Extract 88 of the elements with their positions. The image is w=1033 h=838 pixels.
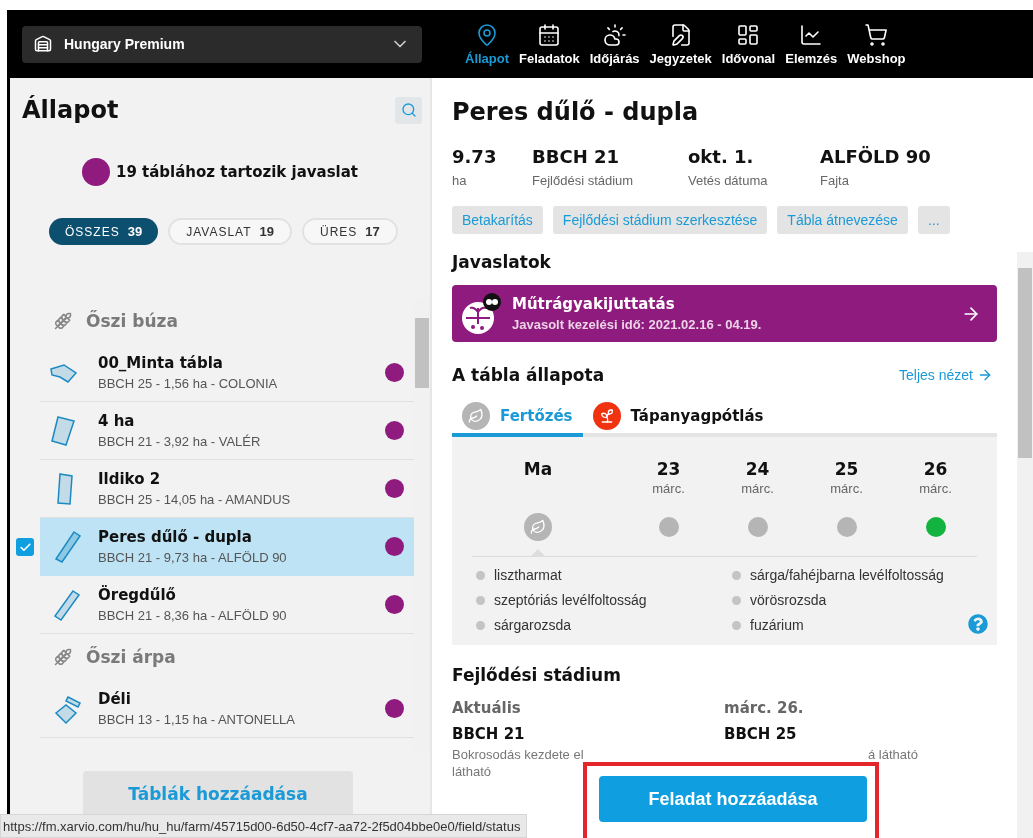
nav-tab[interactable]: Időjárás	[584, 22, 645, 66]
cloud-sun-icon	[602, 22, 627, 47]
field-details: BBCH 25 - 14,05 ha - AMANDUS	[98, 492, 292, 507]
stat-label: Fejlődési stádium	[532, 173, 635, 188]
field-name: Öregdűlő	[98, 586, 177, 604]
month-label: márc.	[919, 481, 952, 498]
field-row[interactable]: Öregdűlő BBCH 21 - 8,36 ha - ALFÖLD 90	[40, 576, 414, 634]
growth-description: Bokrosodás kezdete el	[452, 747, 585, 762]
cart-icon	[864, 22, 889, 47]
field-title: Peres dűlő - dupla	[452, 98, 700, 126]
field-row[interactable]: Peres dűlő - dupla BBCH 21 - 9,73 ha - ALFÖLD 90	[40, 518, 414, 576]
disease-label: lisztharmat	[476, 567, 732, 583]
growth-description: á látható	[867, 747, 919, 762]
nav-tab[interactable]: Elemzés	[780, 22, 843, 66]
disease-label: vörösrozsda	[732, 592, 997, 608]
nav-tab[interactable]: Webshop	[842, 22, 911, 66]
day-label: 25	[834, 459, 859, 481]
wheat-icon	[54, 648, 72, 666]
stat-label: ha	[452, 173, 468, 188]
status-tab[interactable]: Tápanyagpótlás	[582, 399, 774, 437]
help-icon[interactable]	[968, 614, 988, 634]
filter-chip[interactable]: ÜRES 17	[302, 218, 398, 245]
search-button[interactable]	[395, 96, 422, 124]
month-label: márc.	[741, 481, 774, 498]
growth-stage: BBCH 25	[724, 725, 798, 743]
checkbox[interactable]	[16, 538, 34, 556]
growth-heading: Aktuális	[452, 699, 522, 717]
sprout-icon	[592, 402, 621, 430]
fertilizer-icon	[460, 291, 502, 336]
farm-icon	[34, 35, 52, 53]
stat-label: Fajta	[820, 173, 850, 188]
filter-chip[interactable]: ÖSSZES 39	[49, 218, 159, 245]
crop-group-title: Őszi búza	[86, 311, 178, 331]
scrollbar[interactable]	[1017, 252, 1033, 838]
stat-value: BBCH 21	[532, 146, 621, 167]
day-label: Ma	[523, 459, 553, 481]
field-details: BBCH 21 - 8,36 ha - ALFÖLD 90	[98, 608, 288, 623]
growth-description: látható	[452, 764, 493, 779]
growth-heading: márc. 26.	[724, 699, 805, 717]
disease-label: fuzárium	[732, 617, 997, 633]
recommendation-period: Javasolt kezelési idő: 2021.02.16 - 04.19.	[512, 317, 763, 332]
stat-value: okt. 1.	[688, 146, 755, 167]
chart-icon	[799, 22, 824, 47]
field-name: Déli	[98, 690, 132, 708]
field-details: BBCH 21 - 3,92 ha - VALÉR	[98, 434, 262, 449]
disease-label: sárgarozsda	[476, 617, 732, 633]
stat-value: 9.73	[452, 146, 498, 167]
month-label: márc.	[830, 481, 863, 498]
field-row[interactable]: Déli BBCH 13 - 1,15 ha - ANTONELLA	[40, 680, 414, 738]
field-row[interactable]: 4 ha BBCH 21 - 3,92 ha - VALÉR	[40, 402, 414, 460]
check-icon	[18, 540, 32, 554]
calendar-icon	[537, 22, 562, 47]
field-name: 4 ha	[98, 412, 136, 430]
growth-stage: BBCH 21	[452, 725, 526, 743]
field-row[interactable]: 00_Minta tábla BBCH 25 - 1,56 ha - COLONIA	[40, 344, 414, 402]
status-url: https://fm.xarvio.com/hu/hu_hu/farm/45715d00-6d50-4cf7-aa72-2f5d04bbe0e0/field/status	[0, 814, 528, 838]
legend-text: 19 táblához tartozik javaslat	[115, 163, 359, 181]
day-label: 23	[656, 459, 681, 481]
leaf-icon	[462, 402, 490, 430]
field-details: BBCH 25 - 1,56 ha - COLONIA	[98, 376, 279, 391]
stat-label: Vetés dátuma	[688, 173, 769, 188]
wheat-icon	[54, 312, 72, 330]
stat-value: ALFÖLD 90	[820, 146, 932, 167]
farm-selector[interactable]: Hungary Premium	[22, 25, 422, 63]
disease-label: sárga/fahéjbarna levélfoltosság	[732, 567, 997, 583]
field-name: 00_Minta tábla	[98, 354, 224, 372]
nav-tab[interactable]: Idővonal	[716, 22, 781, 66]
crop-group-title: Őszi árpa	[86, 647, 176, 667]
day-label: 26	[923, 459, 948, 481]
filter-chip[interactable]: JAVASLAT 19	[168, 218, 292, 245]
panel-title: Állapot	[22, 96, 119, 124]
nav-tab[interactable]: Állapot	[460, 22, 515, 66]
search-icon	[400, 102, 417, 118]
section-title: Fejlődési stádium	[452, 665, 622, 685]
layout-icon	[736, 22, 761, 47]
field-details: BBCH 13 - 1,15 ha - ANTONELLA	[98, 712, 297, 727]
month-label: márc.	[652, 481, 685, 498]
recommendation-card[interactable]: Műtrágyakijuttatás Javasolt kezelési idő: 2021.02.16 - 04.19.	[452, 285, 997, 342]
field-details: BBCH 21 - 9,73 ha - ALFÖLD 90	[98, 550, 288, 565]
nav-tab[interactable]: Feladatok	[514, 22, 585, 66]
nav-tab[interactable]: Jegyzetek	[644, 22, 717, 66]
day-label: 24	[745, 459, 770, 481]
field-name: Ildiko 2	[98, 470, 162, 488]
disease-label: szeptóriás levélfoltosság	[476, 592, 732, 608]
section-title: A tábla állapota	[452, 365, 605, 385]
section-title: Javaslatok	[452, 252, 552, 272]
recommendation-title: Műtrágyakijuttatás	[512, 295, 676, 313]
field-name: Peres dűlő - dupla	[98, 528, 253, 546]
